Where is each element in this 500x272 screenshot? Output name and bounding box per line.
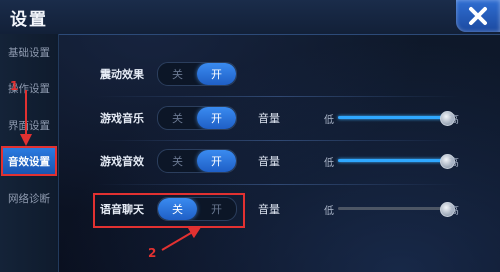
annotation-arrows [20,90,202,251]
annotation-arrow-2 [161,226,202,251]
